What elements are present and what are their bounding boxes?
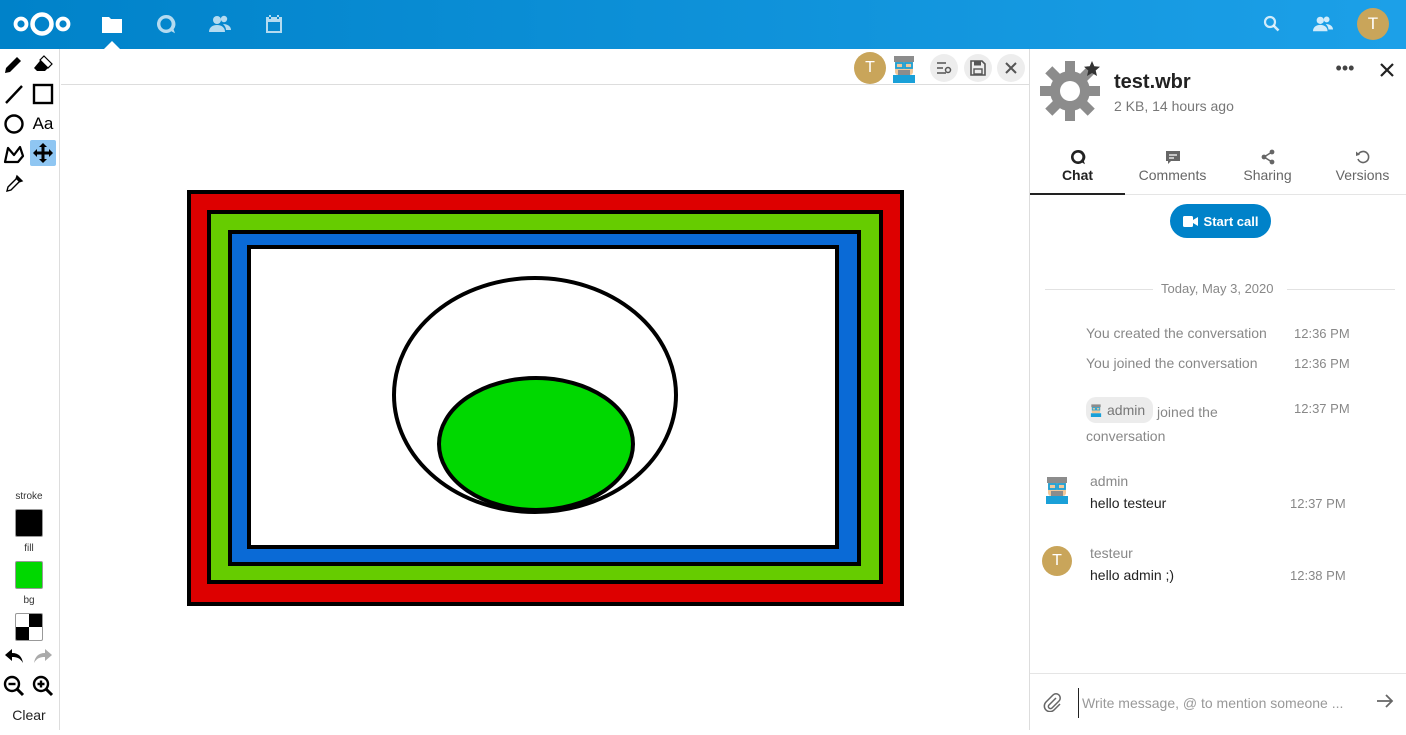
zoom-out-icon[interactable] [1, 673, 27, 699]
attachment-icon[interactable] [1042, 692, 1062, 713]
whiteboard-canvas[interactable] [61, 86, 1029, 730]
undo-icon[interactable] [1, 643, 27, 669]
fill-label: fill [24, 543, 34, 554]
start-call-button[interactable]: Start call [1170, 204, 1271, 238]
participant-avatar[interactable]: T [854, 52, 886, 84]
contacts-icon[interactable] [208, 12, 232, 36]
message-text: hello testeur [1090, 495, 1167, 511]
message-time: 12:38 PM [1290, 568, 1346, 583]
talk-icon[interactable] [154, 12, 178, 36]
tab-label: Comments [1138, 167, 1207, 183]
day-separator-label: Today, May 3, 2020 [1161, 281, 1274, 296]
green-ellipse[interactable] [437, 376, 635, 512]
message-time: 12:37 PM [1294, 401, 1350, 416]
move-icon[interactable] [30, 140, 56, 166]
testeur-avatar[interactable]: T [1042, 546, 1072, 576]
system-message: You created the conversation [1086, 325, 1267, 341]
sidebar-tabs: Chat Comments Sharing Versions [1030, 145, 1406, 195]
bg-color-swatch[interactable] [15, 613, 43, 641]
message-time: 12:37 PM [1290, 496, 1346, 511]
nextcloud-logo[interactable] [12, 10, 72, 38]
message-composer [1030, 673, 1406, 730]
file-title: test.wbr [1114, 71, 1191, 93]
user-avatar[interactable]: T [1357, 8, 1389, 40]
admin-avatar [1090, 404, 1102, 417]
day-separator: Today, May 3, 2020 [1045, 281, 1395, 297]
admin-avatar[interactable] [1042, 474, 1072, 504]
start-call-label: Start call [1203, 213, 1259, 229]
talk-icon [1070, 149, 1085, 165]
message-author: testeur [1090, 545, 1133, 561]
save-icon[interactable] [964, 54, 992, 82]
history-icon [1355, 150, 1369, 164]
sidebar: test.wbr 2 KB, 14 hours ago ••• Chat Com… [1029, 49, 1406, 730]
bg-label: bg [23, 595, 35, 606]
close-sidebar-icon[interactable] [1376, 59, 1398, 81]
editor-header: T [61, 49, 1029, 85]
tab-label: Sharing [1243, 167, 1292, 183]
eraser-icon[interactable] [30, 51, 56, 77]
system-message: admin joined the conversation [1086, 397, 1286, 448]
pencil-icon[interactable] [1, 51, 27, 77]
files-icon[interactable] [100, 12, 124, 36]
drawing-toolbar: Aa stroke fill bg Clear [0, 49, 60, 730]
ellipse-icon[interactable] [1, 111, 27, 137]
share-icon [1261, 149, 1274, 165]
zoom-in-icon[interactable] [30, 673, 56, 699]
user-mention[interactable]: admin [1086, 397, 1154, 423]
document-settings-icon[interactable] [930, 54, 958, 82]
clear-button[interactable]: Clear [0, 707, 58, 723]
comment-icon [1165, 151, 1180, 164]
system-message-text: joined the [1157, 404, 1218, 420]
fill-color-swatch[interactable] [15, 561, 43, 589]
message-time: 12:36 PM [1294, 326, 1350, 341]
message-author: admin [1090, 473, 1129, 489]
stroke-color-swatch[interactable] [15, 509, 43, 537]
message-time: 12:36 PM [1294, 356, 1350, 371]
admin-avatar[interactable] [888, 52, 920, 84]
top-bar: T [0, 0, 1406, 49]
contacts-menu-icon[interactable] [1313, 14, 1333, 34]
more-actions-icon[interactable]: ••• [1334, 59, 1356, 79]
video-icon [1182, 215, 1198, 227]
tab-chat[interactable]: Chat [1030, 145, 1125, 195]
line-icon[interactable] [1, 81, 27, 107]
search-icon[interactable] [1262, 14, 1282, 34]
tab-sharing[interactable]: Sharing [1220, 145, 1315, 195]
text-tool[interactable]: Aa [30, 111, 56, 137]
calendar-icon[interactable] [262, 12, 286, 36]
tab-label: Versions [1335, 167, 1390, 183]
system-message-text: conversation [1086, 428, 1166, 444]
active-app-caret [104, 41, 120, 49]
rectangle-icon[interactable] [30, 81, 56, 107]
stroke-label: stroke [15, 491, 43, 502]
system-message: You joined the conversation [1086, 355, 1258, 371]
tab-comments[interactable]: Comments [1125, 145, 1220, 195]
message-text: hello admin ;) [1090, 567, 1175, 583]
polygon-icon[interactable] [1, 141, 27, 167]
close-editor-icon[interactable] [997, 54, 1025, 82]
redo-icon[interactable] [30, 643, 56, 669]
eyedropper-icon[interactable] [1, 171, 27, 197]
message-input[interactable] [1078, 688, 1348, 718]
mention-name: admin [1107, 402, 1146, 418]
file-type-icon [1040, 59, 1102, 121]
send-icon[interactable] [1374, 690, 1396, 712]
tab-versions[interactable]: Versions [1315, 145, 1406, 195]
file-subtitle: 2 KB, 14 hours ago [1114, 98, 1234, 114]
tab-label: Chat [1061, 167, 1094, 183]
